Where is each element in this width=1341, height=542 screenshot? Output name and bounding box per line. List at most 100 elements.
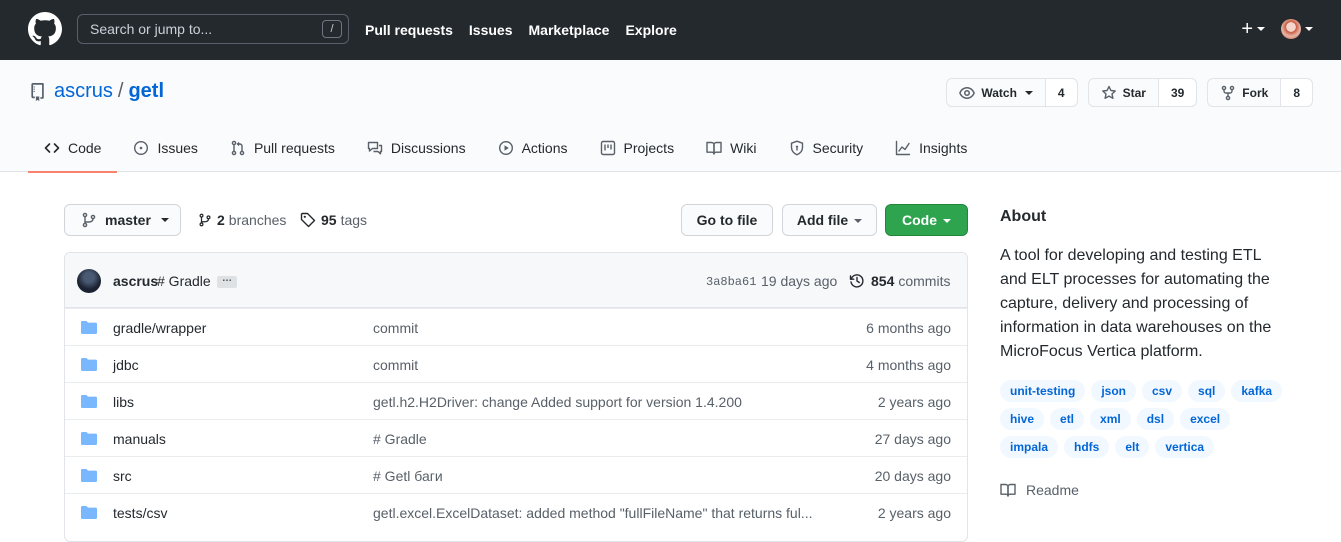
shield-icon (790, 140, 803, 156)
readme-link[interactable]: Readme (1000, 482, 1079, 498)
nav-explore[interactable]: Explore (625, 22, 676, 38)
topic-tag[interactable]: kafka (1231, 380, 1283, 402)
tab-label: Discussions (390, 140, 466, 156)
commits-history-link[interactable]: 854 commits (849, 273, 950, 289)
nav-issues[interactable]: Issues (469, 22, 513, 38)
fork-count[interactable]: 8 (1281, 79, 1312, 106)
commit-author-link[interactable]: ascrus (113, 273, 158, 289)
nav-pull-requests[interactable]: Pull requests (365, 22, 453, 38)
star-count[interactable]: 39 (1158, 79, 1197, 106)
tab-security[interactable]: Security (773, 124, 880, 172)
fork-button[interactable]: Fork (1208, 79, 1282, 106)
tab-code[interactable]: Code (28, 124, 118, 173)
user-avatar[interactable] (1281, 19, 1301, 39)
file-commit-message-link[interactable]: commit (373, 357, 813, 373)
go-to-file-button[interactable]: Go to file (681, 204, 773, 236)
file-row: jdbc commit 4 months ago (65, 345, 967, 382)
topic-tag[interactable]: excel (1180, 408, 1231, 430)
topic-tag[interactable]: etl (1050, 408, 1085, 430)
star-label: Star (1122, 85, 1146, 100)
topic-tag[interactable]: elt (1115, 436, 1150, 458)
commit-expand-button[interactable]: … (217, 274, 237, 288)
github-logo-icon[interactable] (28, 12, 62, 46)
branch-name: master (105, 212, 151, 228)
branches-count: 2 (217, 212, 225, 228)
topic-tag[interactable]: json (1091, 380, 1136, 402)
project-icon (600, 140, 615, 156)
global-header: Search or jump to... / Pull requests Iss… (0, 0, 1341, 60)
folder-icon (81, 395, 97, 408)
branch-icon (82, 212, 96, 228)
code-icon (44, 143, 60, 153)
tags-label: tags (340, 212, 368, 228)
commit-message-link[interactable]: # Gradle (157, 273, 211, 289)
tab-wiki[interactable]: Wiki (690, 124, 772, 172)
create-new-button[interactable]: + (1241, 17, 1253, 41)
topic-tag[interactable]: xml (1090, 408, 1131, 430)
topic-tag[interactable]: vertica (1155, 436, 1215, 458)
history-icon (849, 274, 864, 288)
tab-projects[interactable]: Projects (584, 124, 691, 172)
repo-name-link[interactable]: getl (128, 80, 164, 103)
tab-pull-requests[interactable]: Pull requests (214, 124, 351, 172)
topic-tag[interactable]: dsl (1136, 408, 1175, 430)
topic-tag[interactable]: unit-testing (1000, 380, 1086, 402)
search-input[interactable]: Search or jump to... / (77, 14, 349, 44)
topic-tag[interactable]: sql (1188, 380, 1226, 402)
file-commit-message-link[interactable]: # Getl баги (373, 468, 813, 484)
repo-tabs: Code Issues Pull requests Discussions Ac… (28, 124, 983, 173)
watch-label: Watch (981, 85, 1017, 100)
fork-label: Fork (1242, 85, 1269, 100)
watch-button[interactable]: Watch (947, 79, 1046, 106)
star-button-group: Star 39 (1087, 78, 1198, 107)
tab-insights[interactable]: Insights (879, 124, 983, 172)
file-commit-message-link[interactable]: # Gradle (373, 431, 813, 447)
about-description: A tool for developing and testing ETL an… (1000, 247, 1272, 360)
file-commit-message-link[interactable]: getl.excel.ExcelDataset: added method "f… (373, 505, 813, 521)
file-name-link[interactable]: libs (113, 394, 134, 410)
tab-label: Insights (919, 140, 968, 156)
tags-link[interactable]: 95 tags (300, 212, 367, 228)
fork-button-group: Fork 8 (1207, 78, 1313, 107)
tab-label: Projects (623, 140, 675, 156)
repo-owner-link[interactable]: ascrus (54, 80, 113, 103)
tab-actions[interactable]: Actions (482, 124, 584, 172)
star-icon (1101, 85, 1116, 99)
code-download-button[interactable]: Code (885, 204, 968, 236)
file-age: 2 years ago (877, 505, 951, 521)
file-name-link[interactable]: tests/csv (113, 505, 167, 521)
topic-tag[interactable]: impala (1000, 436, 1059, 458)
commit-sha-link[interactable]: 3a8ba61 (706, 275, 756, 289)
commit-author-avatar[interactable] (77, 269, 101, 293)
repo-header: ascrus / getl Watch 4 Star 39 Fork 8 Cod… (0, 60, 1341, 173)
book-icon (706, 141, 722, 155)
topic-tag[interactable]: hdfs (1064, 436, 1110, 458)
file-name-link[interactable]: manuals (113, 431, 166, 447)
file-name-link[interactable]: gradle/wrapper (113, 320, 206, 336)
tab-label: Actions (521, 140, 568, 156)
tab-issues[interactable]: Issues (117, 124, 213, 172)
file-age: 20 days ago (874, 468, 951, 484)
add-file-button[interactable]: Add file (782, 204, 877, 236)
folder-icon (81, 469, 97, 482)
nav-marketplace[interactable]: Marketplace (529, 22, 610, 38)
topic-tag[interactable]: hive (1000, 408, 1045, 430)
file-name-link[interactable]: jdbc (113, 357, 139, 373)
file-commit-message-link[interactable]: getl.h2.H2Driver: change Added support f… (373, 394, 813, 410)
tab-label: Pull requests (253, 140, 335, 156)
tab-discussions[interactable]: Discussions (351, 124, 482, 172)
star-button[interactable]: Star (1089, 79, 1159, 106)
book-icon (1000, 483, 1016, 497)
file-commit-message-link[interactable]: commit (373, 320, 813, 336)
issue-icon (134, 140, 149, 156)
watch-count[interactable]: 4 (1045, 79, 1077, 106)
file-row: src # Getl баги 20 days ago (65, 456, 967, 493)
topic-tag[interactable]: csv (1142, 380, 1183, 402)
branches-link[interactable]: 2 branches (198, 212, 286, 228)
branch-select-button[interactable]: master (64, 204, 181, 236)
repo-title: ascrus / getl (30, 80, 164, 103)
file-name-link[interactable]: src (113, 468, 132, 484)
eye-icon (959, 86, 976, 99)
code-button-label: Code (902, 212, 937, 228)
tab-label: Security (812, 140, 864, 156)
